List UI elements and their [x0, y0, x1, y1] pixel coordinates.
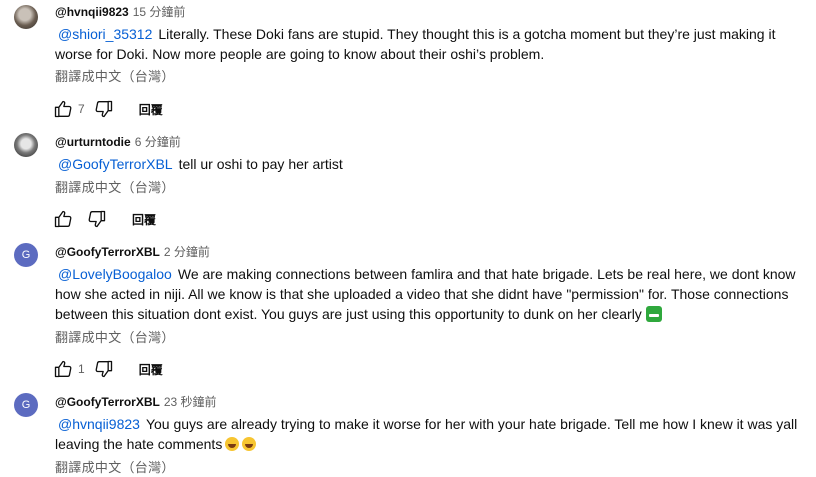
comment-author[interactable]: @GoofyTerrorXBL	[55, 395, 160, 409]
reply-button[interactable]: 回覆	[139, 361, 163, 378]
translate-button[interactable]: 翻譯成中文（台灣）	[55, 330, 175, 346]
avatar-letter: G	[21, 399, 31, 411]
dislike-button[interactable]	[93, 358, 115, 380]
mention-link[interactable]: @LovelyBoogaloo	[58, 266, 172, 282]
comment-text: @hvnqii9823 You guys are already trying t…	[55, 414, 800, 454]
comment-timestamp[interactable]: 6 分鐘前	[135, 135, 181, 149]
avatar[interactable]	[14, 5, 38, 29]
avatar[interactable]: G	[14, 243, 38, 267]
comment-timestamp[interactable]: 15 分鐘前	[133, 5, 186, 19]
reply-button[interactable]: 回覆	[139, 101, 163, 118]
comment-text: @shiori_35312 Literally. These Doki fans …	[55, 24, 800, 64]
comment-body: tell ur oshi to pay her artist	[178, 156, 343, 172]
mention-link[interactable]: @hvnqii9823	[58, 416, 140, 432]
mention-link[interactable]: @GoofyTerrorXBL	[58, 156, 173, 172]
translate-button[interactable]: 翻譯成中文（台灣）	[55, 460, 175, 476]
like-button[interactable]	[52, 98, 74, 120]
dislike-button[interactable]	[86, 208, 108, 230]
translate-button[interactable]: 翻譯成中文（台灣）	[55, 69, 175, 85]
emote-icon	[645, 306, 662, 322]
laughing-emoji-icon	[225, 437, 240, 451]
comment-body: Literally. These Doki fans are stupid. T…	[55, 26, 776, 62]
thumb-down-icon	[95, 100, 112, 118]
avatar[interactable]	[14, 133, 38, 157]
thumb-down-icon	[88, 210, 106, 228]
comment-timestamp[interactable]: 23 秒鐘前	[164, 395, 217, 409]
comment-author[interactable]: @hvnqii9823	[55, 5, 129, 19]
comment-text: @LovelyBoogaloo We are making connections…	[55, 264, 800, 324]
avatar[interactable]: G	[14, 393, 38, 417]
comment-author[interactable]: @urturntodie	[55, 135, 131, 149]
thumb-up-icon	[54, 210, 72, 228]
comment-author[interactable]: @GoofyTerrorXBL	[55, 245, 160, 259]
thumb-up-icon	[54, 100, 72, 118]
laughing-emoji-icon	[242, 437, 257, 451]
comment-body: You guys are already trying to make it w…	[55, 416, 798, 452]
comment-actions: 回覆	[52, 208, 156, 230]
thumb-down-icon	[95, 360, 112, 378]
mention-link[interactable]: @shiori_35312	[58, 26, 152, 42]
like-count: 7	[78, 102, 85, 116]
comment-actions: 1 回覆	[52, 358, 163, 380]
reply-button[interactable]: 回覆	[132, 211, 156, 228]
comment-actions: 7 回覆	[52, 98, 163, 120]
avatar-letter: G	[21, 249, 31, 261]
translate-button[interactable]: 翻譯成中文（台灣）	[55, 180, 175, 196]
thumb-up-icon	[54, 360, 72, 378]
dislike-button[interactable]	[93, 98, 115, 120]
comment-timestamp[interactable]: 2 分鐘前	[164, 245, 210, 259]
like-button[interactable]	[52, 208, 74, 230]
like-count: 1	[78, 362, 85, 376]
like-button[interactable]	[52, 358, 74, 380]
comment-text: @GoofyTerrorXBL tell ur oshi to pay her a…	[55, 154, 800, 174]
